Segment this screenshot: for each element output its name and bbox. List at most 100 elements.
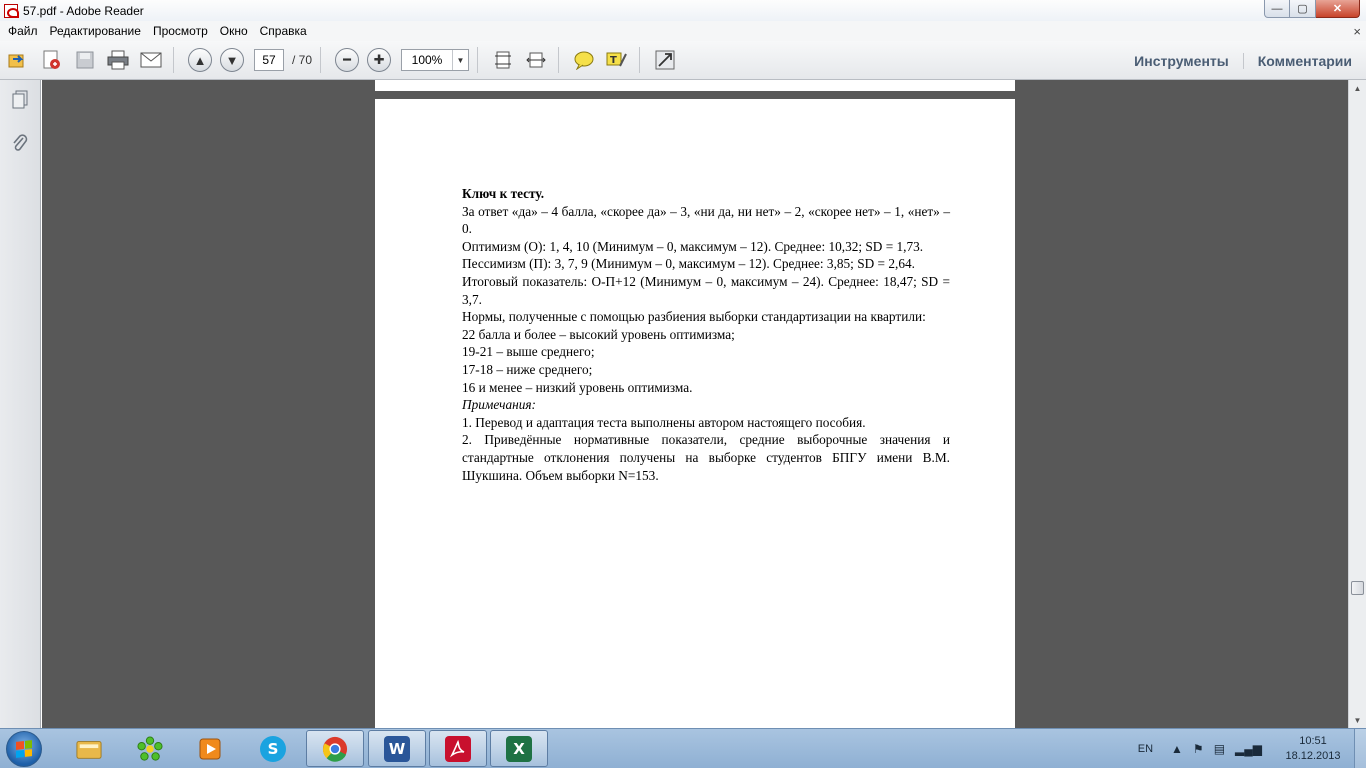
print-icon[interactable] xyxy=(104,46,132,74)
arrow-up-icon: ▲ xyxy=(193,52,207,68)
text-paragraph: 16 и менее – низкий уровень оптимизма. xyxy=(462,379,693,395)
toolbar-separator xyxy=(558,47,560,73)
close-document-icon[interactable]: × xyxy=(1353,24,1361,39)
create-pdf-icon[interactable] xyxy=(38,46,66,74)
menu-edit[interactable]: Редактирование xyxy=(44,24,147,38)
toolbar-separator xyxy=(639,47,641,73)
taskbar-word[interactable]: W xyxy=(368,730,426,767)
navigation-panel xyxy=(0,80,41,728)
comments-panel-button[interactable]: Комментарии xyxy=(1242,52,1352,69)
taskbar-media-player[interactable] xyxy=(182,730,240,767)
taskbar-explorer[interactable] xyxy=(60,730,118,767)
vertical-scrollbar[interactable]: ▲ ▼ xyxy=(1348,80,1366,728)
text-paragraph: За ответ «да» – 4 балла, «скорее да» – 3… xyxy=(462,203,950,237)
minimize-button[interactable]: — xyxy=(1264,0,1290,18)
scroll-down-arrow-icon[interactable]: ▼ xyxy=(1349,712,1366,728)
svg-text:T: T xyxy=(610,55,617,66)
text-paragraph: Пессимизм (П): 3, 7, 9 (Минимум – 0, мак… xyxy=(462,256,915,272)
email-icon[interactable] xyxy=(137,46,165,74)
clock-date: 18.12.2013 xyxy=(1285,750,1341,762)
scroll-up-arrow-icon[interactable]: ▲ xyxy=(1349,80,1366,96)
page-text: Ключ к тесту. За ответ «да» – 4 балла, «… xyxy=(462,185,950,484)
attachments-icon[interactable] xyxy=(9,132,31,154)
minus-icon: ━ xyxy=(343,52,351,67)
text-paragraph: Оптимизм (О): 1, 4, 10 (Минимум – 0, мак… xyxy=(462,238,924,254)
system-tray: EN ▲ ⚑ ▤ ▂▄▆ 10:51 18.12.2013 xyxy=(1138,729,1366,768)
chrome-icon xyxy=(322,736,348,762)
zoom-out-button[interactable]: ━ xyxy=(335,48,360,72)
menu-bar: Файл Редактирование Просмотр Окно Справк… xyxy=(0,21,1366,41)
window-controls: — ▢ ✕ xyxy=(1264,0,1360,18)
next-page-button[interactable]: ▼ xyxy=(220,48,244,72)
pdf-app-icon xyxy=(4,3,19,18)
clock-time: 10:51 xyxy=(1299,735,1327,747)
text-paragraph: Нормы, полученные с помощью разбиения вы… xyxy=(462,309,926,325)
full-screen-icon[interactable] xyxy=(651,46,679,74)
clock[interactable]: 10:51 18.12.2013 xyxy=(1272,734,1354,764)
comment-icon[interactable] xyxy=(570,46,598,74)
menu-file[interactable]: Файл xyxy=(2,24,44,38)
excel-icon: X xyxy=(506,735,532,762)
skype-icon: S xyxy=(260,735,286,762)
menu-window[interactable]: Окно xyxy=(214,24,254,38)
taskbar: S W X EN ▲ ⚑ ▤ ▂▄▆ 10:51 18.12.2013 xyxy=(0,728,1366,768)
notes-heading: Примечания: xyxy=(462,397,536,413)
pdf-icon xyxy=(445,735,471,762)
toolbar-separator xyxy=(320,47,322,73)
text-paragraph: 17-18 – ниже среднего; xyxy=(462,361,593,377)
play-icon xyxy=(198,736,224,762)
previous-page-button[interactable]: ▲ xyxy=(188,48,212,72)
arrow-down-icon: ▼ xyxy=(225,52,239,68)
note-item: 1. Перевод и адаптация теста выполнены а… xyxy=(462,414,866,430)
text-paragraph: 22 балла и более – высокий уровень оптим… xyxy=(462,326,735,342)
fit-page-icon[interactable] xyxy=(489,46,517,74)
taskbar-icq[interactable] xyxy=(121,730,179,767)
start-button[interactable] xyxy=(6,731,42,767)
tools-panel-button[interactable]: Инструменты xyxy=(1120,53,1243,69)
menu-help[interactable]: Справка xyxy=(254,24,313,38)
toolbar: ▲ ▼ 57 / 70 ━ ✚ 100% ▼ T Инструменты Ком… xyxy=(0,41,1366,80)
taskbar-adobe-reader[interactable] xyxy=(429,730,487,767)
note-item: 2. Приведённые нормативные показатели, с… xyxy=(462,432,950,483)
window-title: 57.pdf - Adobe Reader xyxy=(23,3,144,18)
scrollbar-thumb[interactable] xyxy=(1351,581,1364,595)
maximize-button[interactable]: ▢ xyxy=(1290,0,1316,18)
zoom-select[interactable]: 100% ▼ xyxy=(401,49,470,71)
pdf-page: Ключ к тесту. За ответ «да» – 4 балла, «… xyxy=(375,99,1015,728)
show-desktop-button[interactable] xyxy=(1354,729,1366,768)
page-total: / 70 xyxy=(292,53,313,67)
text-paragraph: Итоговый показатель: О-П+12 (Минимум – 0… xyxy=(462,273,950,307)
action-center-flag-icon[interactable]: ⚑ xyxy=(1193,742,1204,756)
word-icon: W xyxy=(384,735,410,762)
save-icon[interactable] xyxy=(71,46,99,74)
close-button[interactable]: ✕ xyxy=(1316,0,1360,18)
previous-page-edge xyxy=(375,80,1015,91)
taskbar-skype[interactable]: S xyxy=(244,730,302,767)
toolbar-right: Инструменты Комментарии xyxy=(1120,41,1352,80)
page-number-input[interactable]: 57 xyxy=(254,49,284,71)
menu-view[interactable]: Просмотр xyxy=(147,24,214,38)
folder-icon xyxy=(76,736,102,762)
language-indicator[interactable]: EN xyxy=(1138,743,1153,755)
title-bar: 57.pdf - Adobe Reader — ▢ ✕ xyxy=(0,0,1366,21)
toolbar-separator xyxy=(477,47,479,73)
page-thumbnails-icon[interactable] xyxy=(9,89,31,111)
text-paragraph: 19-21 – выше среднего; xyxy=(462,344,595,360)
document-view[interactable]: Ключ к тесту. За ответ «да» – 4 балла, «… xyxy=(42,80,1348,728)
flower-icon xyxy=(137,735,163,762)
show-hidden-icons-icon[interactable]: ▲ xyxy=(1171,742,1183,756)
zoom-in-button[interactable]: ✚ xyxy=(367,48,392,72)
fit-width-icon[interactable] xyxy=(522,46,550,74)
page-heading: Ключ к тесту. xyxy=(462,186,545,201)
windows-logo-icon xyxy=(16,740,32,758)
signal-bars-icon[interactable]: ▂▄▆ xyxy=(1235,742,1262,756)
taskbar-excel[interactable]: X xyxy=(490,730,548,767)
chevron-down-icon[interactable]: ▼ xyxy=(452,50,468,70)
open-file-icon[interactable] xyxy=(5,46,33,74)
zoom-value: 100% xyxy=(411,53,443,67)
highlight-icon[interactable]: T xyxy=(603,46,631,74)
toolbar-separator xyxy=(173,47,174,73)
plus-icon: ✚ xyxy=(373,52,385,67)
network-icon[interactable]: ▤ xyxy=(1214,742,1225,756)
taskbar-chrome[interactable] xyxy=(306,730,364,767)
